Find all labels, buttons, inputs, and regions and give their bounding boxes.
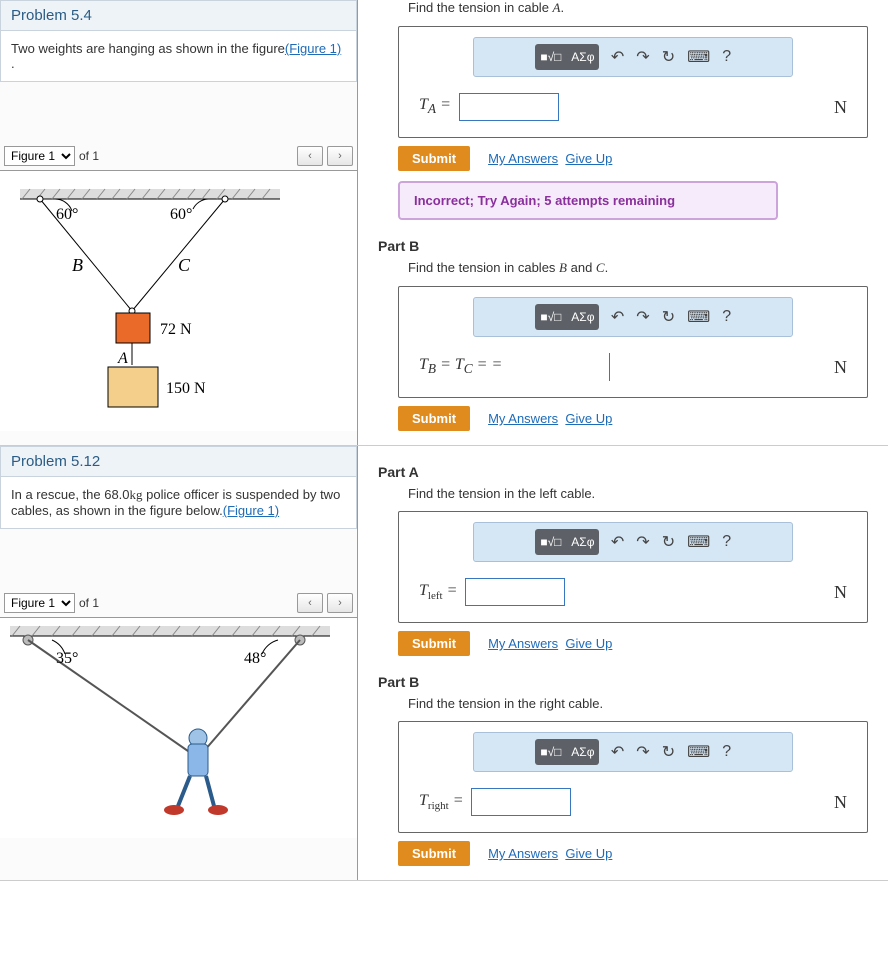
undo-icon[interactable]: ↶: [611, 742, 624, 762]
feedback-message: Incorrect; Try Again; 5 attempts remaini…: [398, 181, 778, 220]
part-b-prompt: Find the tension in cables B and C.: [408, 260, 868, 276]
figure-select[interactable]: Figure 1: [4, 593, 75, 613]
submit-button[interactable]: Submit: [398, 631, 470, 656]
my-answers-link[interactable]: My Answers: [488, 411, 558, 426]
variable-label: Tright =: [419, 792, 463, 812]
answer-input-tbc[interactable]: [510, 353, 610, 381]
give-up-link[interactable]: Give Up: [565, 411, 612, 426]
svg-text:60°: 60°: [56, 206, 78, 223]
svg-text:35°: 35°: [56, 650, 78, 667]
prompt-text: Find the tension in cable: [408, 0, 553, 15]
undo-icon[interactable]: ↶: [611, 47, 624, 67]
equation-toolbar: ■√□ ΑΣφ ↶ ↷ ↻ ⌨ ?: [473, 522, 793, 562]
svg-text:48°: 48°: [244, 650, 266, 667]
help-icon[interactable]: ?: [722, 308, 731, 326]
answer-input-ta[interactable]: [459, 93, 559, 121]
template-icon[interactable]: ■√□: [535, 304, 567, 330]
figure-count: of 1: [79, 596, 99, 610]
figure-next-button[interactable]: ›: [327, 146, 353, 166]
unit-label: N: [834, 582, 847, 603]
figure-link[interactable]: (Figure 1): [285, 41, 341, 56]
problem-description: In a rescue, the 68.0kg police officer i…: [0, 477, 357, 529]
unit-label: N: [834, 357, 847, 378]
template-icon[interactable]: ■√□: [535, 529, 567, 555]
submit-button[interactable]: Submit: [398, 406, 470, 431]
desc-suffix: .: [11, 56, 15, 71]
redo-icon[interactable]: ↷: [636, 532, 649, 552]
give-up-link[interactable]: Give Up: [565, 636, 612, 651]
equation-toolbar: ■√□ ΑΣφ ↶ ↷ ↻ ⌨ ?: [473, 37, 793, 77]
figure-select[interactable]: Figure 1: [4, 146, 75, 166]
figure-nav: Figure 1 of 1 ‹ ›: [0, 589, 357, 618]
keyboard-icon[interactable]: ⌨: [687, 47, 710, 67]
unit-label: N: [834, 97, 847, 118]
my-answers-link[interactable]: My Answers: [488, 846, 558, 861]
template-icon[interactable]: ■√□: [535, 44, 567, 70]
part-b-label: Part B: [378, 238, 868, 254]
svg-text:C: C: [178, 255, 191, 275]
answer-box-tleft: ■√□ ΑΣφ ↶ ↷ ↻ ⌨ ? Tleft = N: [398, 511, 868, 623]
help-icon[interactable]: ?: [722, 533, 731, 551]
part-b-label: Part B: [378, 674, 868, 690]
svg-text:150 N: 150 N: [166, 380, 206, 397]
figure-next-button[interactable]: ›: [327, 593, 353, 613]
give-up-link[interactable]: Give Up: [565, 151, 612, 166]
part-a-label: Part A: [378, 464, 868, 480]
equation-toolbar: ■√□ ΑΣφ ↶ ↷ ↻ ⌨ ?: [473, 732, 793, 772]
equation-toolbar: ■√□ ΑΣφ ↶ ↷ ↻ ⌨ ?: [473, 297, 793, 337]
my-answers-link[interactable]: My Answers: [488, 636, 558, 651]
template-icon[interactable]: ■√□: [535, 739, 567, 765]
greek-icon[interactable]: ΑΣφ: [567, 529, 599, 555]
answer-box-ta: ■√□ ΑΣφ ↶ ↷ ↻ ⌨ ? TA = N: [398, 26, 868, 138]
variable-label: TB = TC = =: [419, 356, 502, 377]
reset-icon[interactable]: ↻: [662, 532, 675, 552]
submit-button[interactable]: Submit: [398, 841, 470, 866]
figure-nav: Figure 1 of 1 ‹ ›: [0, 142, 357, 171]
svg-text:B: B: [72, 255, 83, 275]
figure-diagram: 35° 48°: [0, 618, 357, 838]
part-a-prompt: Find the tension in the left cable.: [408, 486, 868, 501]
figure-prev-button[interactable]: ‹: [297, 146, 323, 166]
redo-icon[interactable]: ↷: [636, 307, 649, 327]
my-answers-link[interactable]: My Answers: [488, 151, 558, 166]
figure-prev-button[interactable]: ‹: [297, 593, 323, 613]
answer-box-tright: ■√□ ΑΣφ ↶ ↷ ↻ ⌨ ? Tright = N: [398, 721, 868, 833]
figure-count: of 1: [79, 149, 99, 163]
variable-label: TA =: [419, 96, 451, 117]
reset-icon[interactable]: ↻: [662, 307, 675, 327]
figure-diagram: 60° 60° B C A 72 N 150 N: [0, 171, 357, 431]
greek-icon[interactable]: ΑΣφ: [567, 44, 599, 70]
answer-box-tbc: ■√□ ΑΣφ ↶ ↷ ↻ ⌨ ? TB = TC = = N: [398, 286, 868, 398]
keyboard-icon[interactable]: ⌨: [687, 742, 710, 762]
help-icon[interactable]: ?: [722, 48, 731, 66]
undo-icon[interactable]: ↶: [611, 532, 624, 552]
svg-text:72 N: 72 N: [160, 321, 192, 338]
part-b-prompt: Find the tension in the right cable.: [408, 696, 868, 711]
redo-icon[interactable]: ↷: [636, 47, 649, 67]
redo-icon[interactable]: ↷: [636, 742, 649, 762]
problem-title: Problem 5.12: [0, 446, 357, 477]
desc-text: Two weights are hanging as shown in the …: [11, 41, 285, 56]
help-icon[interactable]: ?: [722, 743, 731, 761]
figure-link[interactable]: (Figure 1): [223, 503, 279, 518]
prompt-var: A: [553, 0, 561, 15]
variable-label: Tleft =: [419, 582, 457, 602]
problem-description: Two weights are hanging as shown in the …: [0, 31, 357, 82]
undo-icon[interactable]: ↶: [611, 307, 624, 327]
greek-icon[interactable]: ΑΣφ: [567, 304, 599, 330]
reset-icon[interactable]: ↻: [662, 47, 675, 67]
give-up-link[interactable]: Give Up: [565, 846, 612, 861]
greek-icon[interactable]: ΑΣφ: [567, 739, 599, 765]
answer-input-tright[interactable]: [471, 788, 571, 816]
keyboard-icon[interactable]: ⌨: [687, 532, 710, 552]
problem-title: Problem 5.4: [0, 0, 357, 31]
svg-text:A: A: [117, 350, 128, 367]
svg-text:60°: 60°: [170, 206, 192, 223]
answer-input-tleft[interactable]: [465, 578, 565, 606]
reset-icon[interactable]: ↻: [662, 742, 675, 762]
submit-button[interactable]: Submit: [398, 146, 470, 171]
keyboard-icon[interactable]: ⌨: [687, 307, 710, 327]
unit-label: N: [834, 792, 847, 813]
